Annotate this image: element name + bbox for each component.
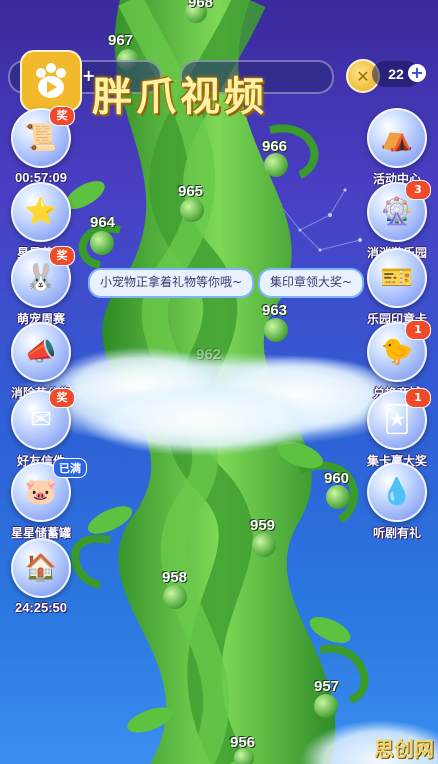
- badge: 奖: [49, 388, 75, 408]
- tent-icon[interactable]: ⛺: [367, 108, 427, 168]
- star-flower-icon[interactable]: ⭐: [11, 182, 71, 242]
- certificate-icon[interactable]: 📜 奖: [11, 106, 75, 168]
- level-number[interactable]: 960: [324, 470, 349, 487]
- card-pack-icon[interactable]: 🃏 1: [367, 388, 431, 450]
- badge: 1: [405, 320, 431, 340]
- level-number[interactable]: 965: [178, 183, 203, 200]
- level-number[interactable]: 959: [250, 517, 275, 534]
- left-menu-item-2[interactable]: 🐰 奖萌宠周赛: [4, 246, 78, 327]
- brand-title: 胖爪视频: [92, 74, 268, 120]
- watermark: 思创网: [374, 737, 434, 761]
- stamp-card-icon[interactable]: 🎫: [367, 248, 427, 308]
- badge: 奖: [49, 246, 75, 266]
- badge: 3: [405, 180, 431, 200]
- level-number[interactable]: 966: [262, 138, 287, 155]
- add-coin-button[interactable]: +: [408, 64, 426, 82]
- level-number[interactable]: 967: [108, 32, 133, 49]
- envelope-icon[interactable]: ✉ 奖: [11, 388, 75, 450]
- blue-creature-icon[interactable]: 💧: [367, 462, 427, 522]
- left-menu-item-5[interactable]: 🐷 已满 星星储蓄罐: [4, 458, 87, 541]
- menu-label: 听剧有礼: [372, 526, 421, 540]
- bunny-pet-icon[interactable]: 🐰 奖: [11, 246, 75, 308]
- left-menu-item-6[interactable]: 🏠 24:25:50: [4, 538, 78, 615]
- stamp-hint[interactable]: 集印章领大奖~: [258, 268, 365, 298]
- level-number[interactable]: 963: [262, 302, 287, 319]
- level-number[interactable]: 962: [196, 346, 221, 363]
- level-number[interactable]: 956: [230, 734, 255, 751]
- pet-gift-hint[interactable]: 小宠物正拿着礼物等你哦~: [88, 268, 255, 298]
- right-menu-item-4[interactable]: 🃏 1 集卡赢大奖: [360, 388, 434, 469]
- game-scene: + 胖爪视频 ✕ 22 + 📜奖00:57:09⭐星星花房🐰奖萌宠周赛📣消除节公…: [0, 0, 438, 764]
- right-menu-item-5[interactable]: 💧 听剧有礼: [360, 462, 434, 541]
- level-number[interactable]: 957: [314, 678, 339, 695]
- right-menu-item-2[interactable]: 🎫 乐园印章卡: [360, 248, 434, 327]
- paw-logo: [20, 50, 82, 112]
- badge: 1: [405, 388, 431, 408]
- badge: 奖: [49, 106, 75, 126]
- special-shop-icon[interactable]: 🏠: [11, 538, 71, 598]
- paw-play-icon: [36, 63, 66, 98]
- full-tag: 已满: [53, 458, 87, 478]
- right-menu-item-0[interactable]: ⛺ 活动中心: [360, 108, 434, 187]
- level-number[interactable]: 968: [188, 0, 213, 11]
- level-number[interactable]: 964: [90, 214, 115, 231]
- megaphone-icon[interactable]: 📣: [11, 322, 71, 382]
- piggy-bank-icon[interactable]: 🐷 已满: [11, 458, 87, 522]
- level-number[interactable]: 958: [162, 569, 187, 586]
- countdown-timer: 24:25:50: [14, 600, 68, 615]
- left-menu-item-0[interactable]: 📜 奖 00:57:09: [4, 106, 78, 185]
- chick-shop-icon[interactable]: 🐤 1: [367, 320, 431, 382]
- ferris-wheel-icon[interactable]: 🎡 3: [367, 180, 431, 242]
